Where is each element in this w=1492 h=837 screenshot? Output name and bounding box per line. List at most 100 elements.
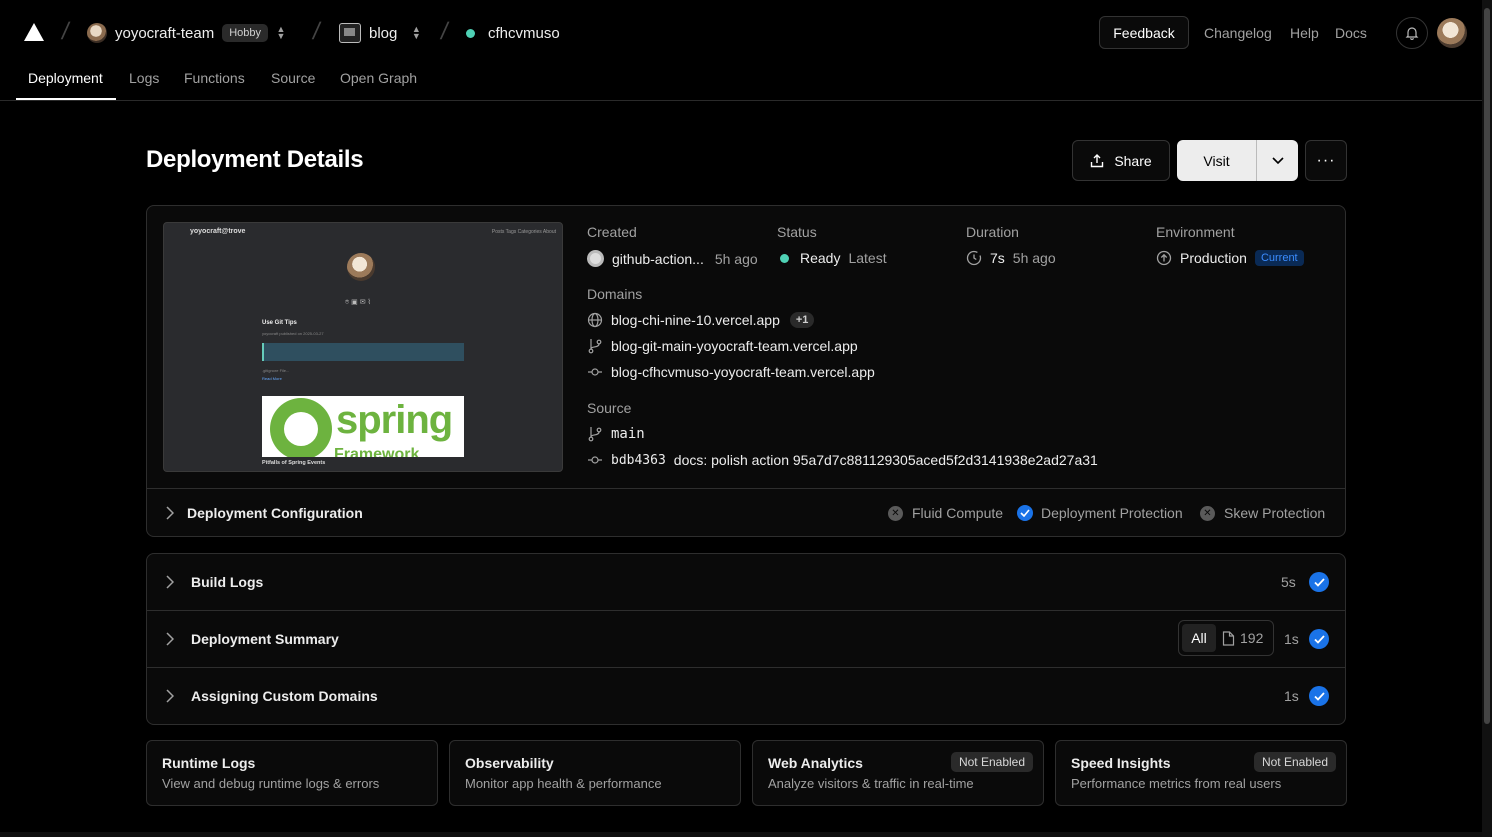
deployment-breadcrumb[interactable]: cfhcvmuso (466, 22, 560, 44)
status-text: Ready (800, 250, 841, 266)
vercel-logo-icon[interactable] (24, 23, 44, 41)
chevron-down-icon (1271, 156, 1284, 164)
domain-link[interactable]: blog-git-main-yoyocraft-team.vercel.app (611, 338, 858, 354)
filter-all-button[interactable]: All (1182, 624, 1216, 652)
preview-site-name: yoyocraft@trove (190, 228, 246, 235)
chevron-updown-icon[interactable]: ▲ ▼ (411, 25, 421, 41)
feedback-button[interactable]: Feedback (1099, 16, 1189, 49)
feature-fluid-compute: ✕ Fluid Compute (888, 505, 1003, 521)
card-title: Speed Insights (1071, 755, 1171, 771)
file-count[interactable]: 192 (1222, 630, 1263, 646)
check-circle-icon (1309, 686, 1329, 706)
share-label: Share (1114, 152, 1152, 169)
deployment-tabs: Deployment Logs Functions Source Open Gr… (0, 66, 1482, 101)
commit-message[interactable]: docs: polish action 95a7d7c881129305aced… (674, 452, 1098, 468)
github-avatar (587, 250, 604, 267)
build-logs-title[interactable]: Build Logs (191, 574, 263, 590)
domain-row: blog-git-main-yoyocraft-team.vercel.app (587, 338, 858, 354)
notifications-button[interactable] (1396, 17, 1428, 49)
preview-social-icons: ⌾ ▣ ✉ ⌇ (345, 299, 371, 306)
source-branch: main (587, 426, 645, 442)
tab-logs[interactable]: Logs (129, 70, 159, 86)
plan-badge: Hobby (222, 24, 268, 42)
domains-label: Domains (587, 286, 643, 302)
preview-read-more: Read More (262, 376, 282, 381)
preview-nav: Posts Tags Categories About (491, 229, 556, 235)
deployment-summary-time: 1s (1284, 631, 1299, 647)
user-avatar[interactable] (1437, 18, 1467, 48)
tab-functions[interactable]: Functions (184, 70, 245, 86)
card-subtitle: Analyze visitors & traffic in real-time (768, 776, 974, 791)
share-button[interactable]: Share (1072, 140, 1170, 181)
deployment-configuration-title: Deployment Configuration (187, 505, 363, 521)
preview-avatar (347, 253, 375, 281)
branch-name[interactable]: main (611, 426, 645, 442)
chevron-right-icon[interactable] (166, 632, 174, 646)
git-branch-icon (588, 427, 602, 442)
scrollbar-thumb[interactable] (1484, 8, 1490, 724)
ellipsis-icon: ··· (1316, 151, 1336, 169)
commit-sha[interactable]: bdb4363 (611, 453, 666, 468)
not-enabled-badge: Not Enabled (950, 752, 1033, 772)
git-branch-icon (588, 339, 602, 354)
breadcrumb-separator: / (438, 18, 451, 45)
divider (147, 667, 1345, 668)
check-circle-icon (1017, 505, 1033, 521)
production-icon (1156, 250, 1172, 266)
chevron-right-icon (166, 506, 174, 520)
duration-value: 7s 5h ago (966, 250, 1056, 266)
spring-logo-word: spring (336, 398, 453, 442)
deployment-preview[interactable]: yoyocraft@trove Posts Tags Categories Ab… (163, 222, 563, 472)
docs-link[interactable]: Docs (1335, 25, 1367, 41)
duration-ago: 5h ago (1012, 250, 1056, 266)
tab-deployment[interactable]: Deployment (28, 70, 103, 86)
team-avatar (87, 23, 107, 43)
runtime-logs-card[interactable]: Runtime Logs View and debug runtime logs… (146, 740, 438, 806)
current-badge: Current (1254, 250, 1304, 266)
assigning-domains-title[interactable]: Assigning Custom Domains (191, 688, 378, 704)
duration-text: 7s (990, 250, 1005, 266)
preview-post-meta: yoyocraft published on 2025-03-27 (262, 331, 324, 336)
visit-dropdown-button[interactable] (1256, 140, 1298, 181)
assigning-domains-time: 1s (1284, 688, 1299, 704)
more-domains-badge[interactable]: +1 (789, 312, 815, 328)
domain-link[interactable]: blog-chi-nine-10.vercel.app (611, 312, 780, 328)
team-name: yoyocraft-team (115, 24, 215, 42)
team-switcher[interactable]: yoyocraft-team Hobby ▲ ▼ (87, 22, 286, 44)
domain-link[interactable]: blog-cfhcvmuso-yoyocraft-team.vercel.app (611, 364, 875, 380)
status-dot-icon (466, 28, 475, 38)
project-icon (339, 23, 361, 43)
spring-leaf-icon (270, 398, 332, 457)
source-label: Source (587, 400, 632, 416)
preview-post-title: Use Git Tips (262, 320, 297, 326)
chevron-right-icon[interactable] (166, 575, 174, 589)
help-link[interactable]: Help (1290, 25, 1319, 41)
environment-value: Production Current (1156, 250, 1304, 266)
git-commit-icon (588, 368, 602, 376)
speed-insights-card[interactable]: Speed Insights Performance metrics from … (1055, 740, 1347, 806)
visit-button[interactable]: Visit (1177, 140, 1256, 181)
observability-card[interactable]: Observability Monitor app health & perfo… (449, 740, 741, 806)
project-switcher[interactable]: blog ▲ ▼ (339, 22, 421, 44)
tab-open-graph[interactable]: Open Graph (340, 70, 417, 86)
x-circle-icon: ✕ (1200, 505, 1215, 521)
environment-label: Environment (1156, 224, 1235, 240)
git-commit-icon (588, 456, 602, 464)
build-logs-time: 5s (1281, 574, 1296, 590)
created-value: github-action... 5h ago (587, 250, 758, 267)
created-by[interactable]: github-action... (612, 251, 704, 267)
chevron-updown-icon[interactable]: ▲ ▼ (276, 25, 286, 41)
feature-deployment-protection: Deployment Protection (1017, 505, 1183, 521)
domain-row: blog-cfhcvmuso-yoyocraft-team.vercel.app (587, 364, 875, 380)
changelog-link[interactable]: Changelog (1204, 25, 1272, 41)
summary-filter[interactable]: All 192 (1178, 620, 1274, 656)
chevron-right-icon[interactable] (166, 689, 174, 703)
card-subtitle: Monitor app health & performance (465, 776, 662, 791)
globe-icon (587, 312, 603, 328)
deployment-summary-title[interactable]: Deployment Summary (191, 631, 339, 647)
more-actions-button[interactable]: ··· (1305, 140, 1347, 181)
share-icon (1091, 153, 1104, 167)
web-analytics-card[interactable]: Web Analytics Analyze visitors & traffic… (752, 740, 1044, 806)
spring-logo-sub: Framework (334, 446, 420, 457)
tab-source[interactable]: Source (271, 70, 315, 86)
